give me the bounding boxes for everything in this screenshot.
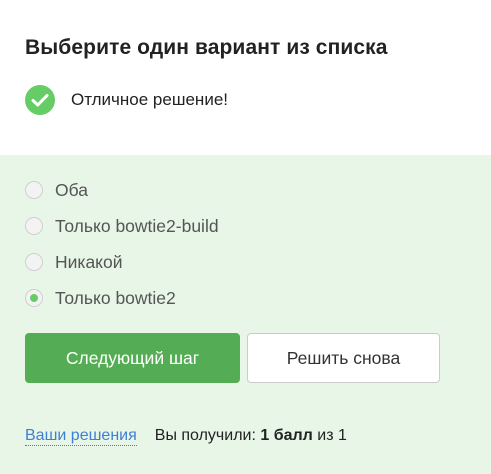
score-suffix: из 1	[317, 427, 347, 444]
radio-button[interactable]	[25, 217, 43, 235]
option-oba[interactable]: Оба	[25, 179, 88, 201]
score-text: Вы получили: 1 балл из 1	[155, 427, 347, 445]
footer: Ваши решения Вы получили: 1 балл из 1	[25, 426, 347, 446]
radio-button[interactable]	[25, 253, 43, 271]
solve-again-button[interactable]: Решить снова	[247, 333, 440, 383]
option-label: Только bowtie2-build	[55, 215, 219, 236]
your-solutions-link[interactable]: Ваши решения	[25, 427, 137, 446]
score-value: 1 балл	[260, 427, 313, 444]
feedback-row: Отличное решение!	[25, 84, 228, 116]
option-label: Только bowtie2	[55, 287, 176, 308]
check-circle-icon	[25, 85, 55, 115]
next-step-button[interactable]: Следующий шаг	[25, 333, 240, 383]
radio-button-selected[interactable]	[25, 289, 43, 307]
option-only-bowtie2-build[interactable]: Только bowtie2-build	[25, 215, 219, 237]
score-prefix: Вы получили:	[154, 427, 256, 444]
question-title: Выберите один вариант из списка	[25, 36, 388, 59]
feedback-text: Отличное решение!	[71, 90, 228, 109]
quiz-page: Выберите один вариант из списка Отличное…	[0, 0, 491, 474]
option-only-bowtie2[interactable]: Только bowtie2	[25, 287, 176, 309]
option-label: Оба	[55, 179, 88, 200]
option-label: Никакой	[55, 251, 123, 272]
option-none[interactable]: Никакой	[25, 251, 123, 273]
radio-button[interactable]	[25, 181, 43, 199]
radio-dot	[30, 294, 38, 302]
